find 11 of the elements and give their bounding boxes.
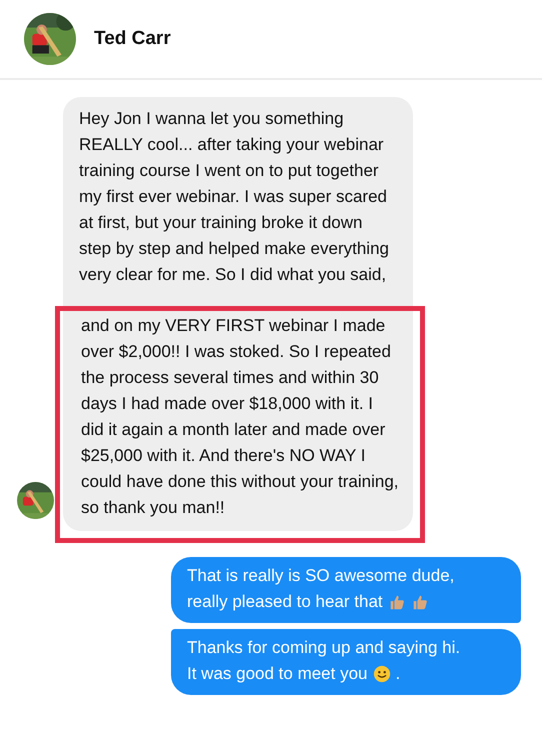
thumbs-up-icon	[388, 593, 406, 611]
thumbs-up-icon	[410, 593, 429, 611]
message-text: .	[396, 663, 400, 685]
message-text: and on my VERY FIRST webinar I made over $2,000!! I was stoked. So I repeated the process several times and within 30 days I had made over $18,000 with it. I did it again a month later and made over $25,000 with it. And there's NO WAY I could have done this without your training, so thank you man!!	[81, 315, 399, 519]
message-text: really pleased to hear that	[187, 591, 383, 613]
message-text: Thanks for coming up and saying hi.	[187, 637, 460, 659]
message-text: That is really is SO awesome dude,	[187, 565, 454, 587]
message-text: It was good to meet you	[187, 663, 368, 685]
contact-name: Ted Carr	[94, 28, 171, 50]
message-text: Hey Jon I wanna let you something REALLY cool... after taking your webinar training course I went on to put together my first ever webinar. I was super scared at first, but your training broke it down step by step and helped make everything very clear for me. So I did what you said,	[79, 108, 390, 286]
smiley-icon	[372, 665, 390, 683]
